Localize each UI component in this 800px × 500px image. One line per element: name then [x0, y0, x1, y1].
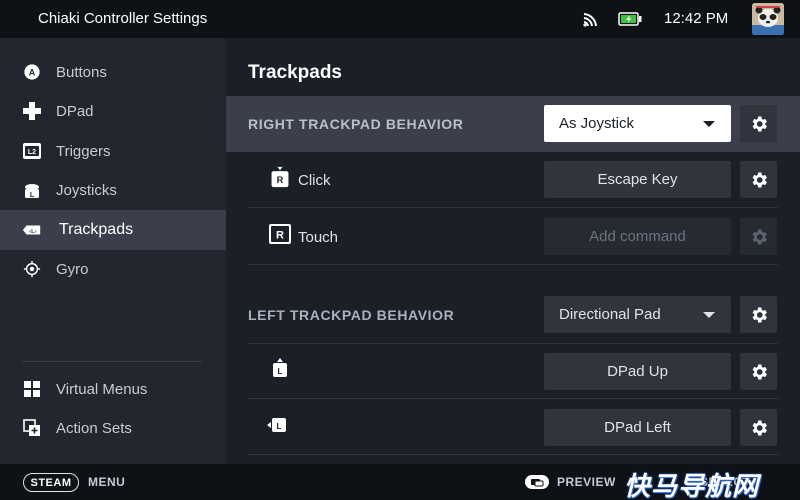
gear-icon	[752, 307, 767, 322]
left-trackpad-left-icon: L	[267, 418, 286, 432]
right-touch-add-command-button[interactable]: Add command	[544, 218, 731, 255]
preview-hint-label: PREVIEW	[557, 475, 616, 489]
sidebar-item-label: Triggers	[56, 142, 111, 160]
right-trackpad-settings-button[interactable]	[740, 105, 777, 142]
row-label: Touch	[298, 229, 339, 246]
right-click-settings-button[interactable]	[740, 161, 777, 198]
sidebar-item-dpad[interactable]: DPad	[0, 91, 226, 131]
chevron-down-icon	[703, 312, 715, 318]
svg-text:L: L	[277, 422, 282, 431]
right-click-row: R Click Escape Key	[248, 152, 778, 208]
right-click-command-button[interactable]: Escape Key	[544, 161, 731, 198]
sidebar-item-gyro[interactable]: Gyro	[0, 249, 226, 289]
sidebar-item-label: Virtual Menus	[56, 380, 148, 398]
right-trackpad-click-icon: R	[271, 166, 289, 188]
gyro-icon	[22, 259, 42, 279]
menu-hint-label: MENU	[88, 475, 126, 489]
sidebar-item-label: Buttons	[56, 63, 107, 81]
gear-icon	[752, 116, 767, 131]
top-bar: Chiaki Controller Settings 12:42 PM	[0, 0, 800, 38]
joystick-icon: L	[22, 180, 42, 200]
main-panel: Trackpads RIGHT TRACKPAD BEHAVIOR As Joy…	[226, 38, 800, 464]
clock: 12:42 PM	[664, 10, 729, 27]
svg-text:L: L	[30, 192, 35, 199]
svg-text:L2: L2	[28, 149, 36, 156]
right-touch-row: R Touch Add command	[248, 209, 778, 265]
svg-text:L: L	[278, 367, 283, 376]
action-sets-icon	[22, 418, 42, 438]
sidebar-divider	[22, 361, 202, 362]
preview-button-icon	[525, 475, 549, 489]
svg-text:R: R	[277, 175, 284, 185]
sidebar-item-action-sets[interactable]: Action Sets	[0, 408, 226, 448]
row-label: Click	[298, 172, 331, 189]
sidebar-item-trackpads[interactable]: ‹L› Trackpads	[0, 210, 226, 250]
a-button-icon: A	[22, 62, 42, 82]
sidebar-item-joysticks[interactable]: L Joysticks	[0, 170, 226, 210]
dpad-left-settings-button[interactable]	[740, 409, 777, 446]
left-trackpad-settings-button[interactable]	[740, 296, 777, 333]
right-trackpad-behavior-dropdown[interactable]: As Joystick	[544, 105, 731, 142]
left-dpad-up-row: L DPad Up	[248, 343, 778, 399]
dropdown-value: Directional Pad	[559, 306, 661, 323]
sidebar-item-triggers[interactable]: L2 Triggers	[0, 131, 226, 171]
chevron-down-icon	[703, 121, 715, 127]
svg-text:A: A	[29, 68, 36, 78]
trackpad-icon: ‹L›	[22, 220, 42, 240]
wifi-icon	[583, 13, 597, 27]
left-trackpad-up-icon: L	[273, 358, 287, 377]
sidebar-item-label: Gyro	[56, 260, 89, 278]
user-avatar[interactable]	[752, 3, 784, 35]
app-title: Chiaki Controller Settings	[38, 10, 208, 27]
right-trackpad-behavior-row: RIGHT TRACKPAD BEHAVIOR As Joystick	[226, 96, 800, 152]
l2-trigger-icon: L2	[22, 141, 42, 161]
dpad-up-command-button[interactable]: DPad Up	[544, 353, 731, 390]
sidebar-item-label: DPad	[56, 102, 94, 120]
left-dpad-left-row: L DPad Left	[248, 399, 778, 455]
sidebar: A Buttons DPad L2 Triggers L Joysticks ‹…	[0, 38, 226, 464]
grid-icon	[22, 379, 42, 399]
left-trackpad-behavior-row: LEFT TRACKPAD BEHAVIOR Directional Pad	[226, 287, 800, 343]
sidebar-item-label: Joysticks	[56, 181, 117, 199]
dpad-up-settings-button[interactable]	[740, 353, 777, 390]
watermark: 快马导航网	[624, 471, 760, 500]
steam-button[interactable]: STEAM	[23, 473, 79, 492]
svg-text:R: R	[276, 230, 284, 242]
right-touch-settings-button[interactable]	[740, 218, 777, 255]
right-trackpad-touch-icon: R	[269, 224, 291, 244]
dpad-left-command-button[interactable]: DPad Left	[544, 409, 731, 446]
svg-text:‹L›: ‹L›	[29, 229, 37, 235]
sidebar-item-label: Trackpads	[59, 221, 134, 238]
sidebar-item-label: Action Sets	[56, 419, 132, 437]
sidebar-item-virtual-menus[interactable]: Virtual Menus	[0, 369, 226, 409]
gear-icon	[752, 172, 767, 187]
gear-icon	[752, 364, 767, 379]
gear-icon	[752, 229, 767, 244]
battery-icon	[618, 12, 642, 26]
left-trackpad-behavior-dropdown[interactable]: Directional Pad	[544, 296, 731, 333]
page-title: Trackpads	[248, 62, 342, 83]
section-label: LEFT TRACKPAD BEHAVIOR	[248, 307, 455, 323]
section-label: RIGHT TRACKPAD BEHAVIOR	[248, 116, 464, 132]
gear-icon	[752, 420, 767, 435]
bottom-bar: STEAM MENU PREVIEW SELECT 快马导航网	[0, 464, 800, 500]
sidebar-item-buttons[interactable]: A Buttons	[0, 52, 226, 92]
dropdown-value: As Joystick	[559, 115, 635, 132]
dpad-icon	[22, 101, 42, 121]
